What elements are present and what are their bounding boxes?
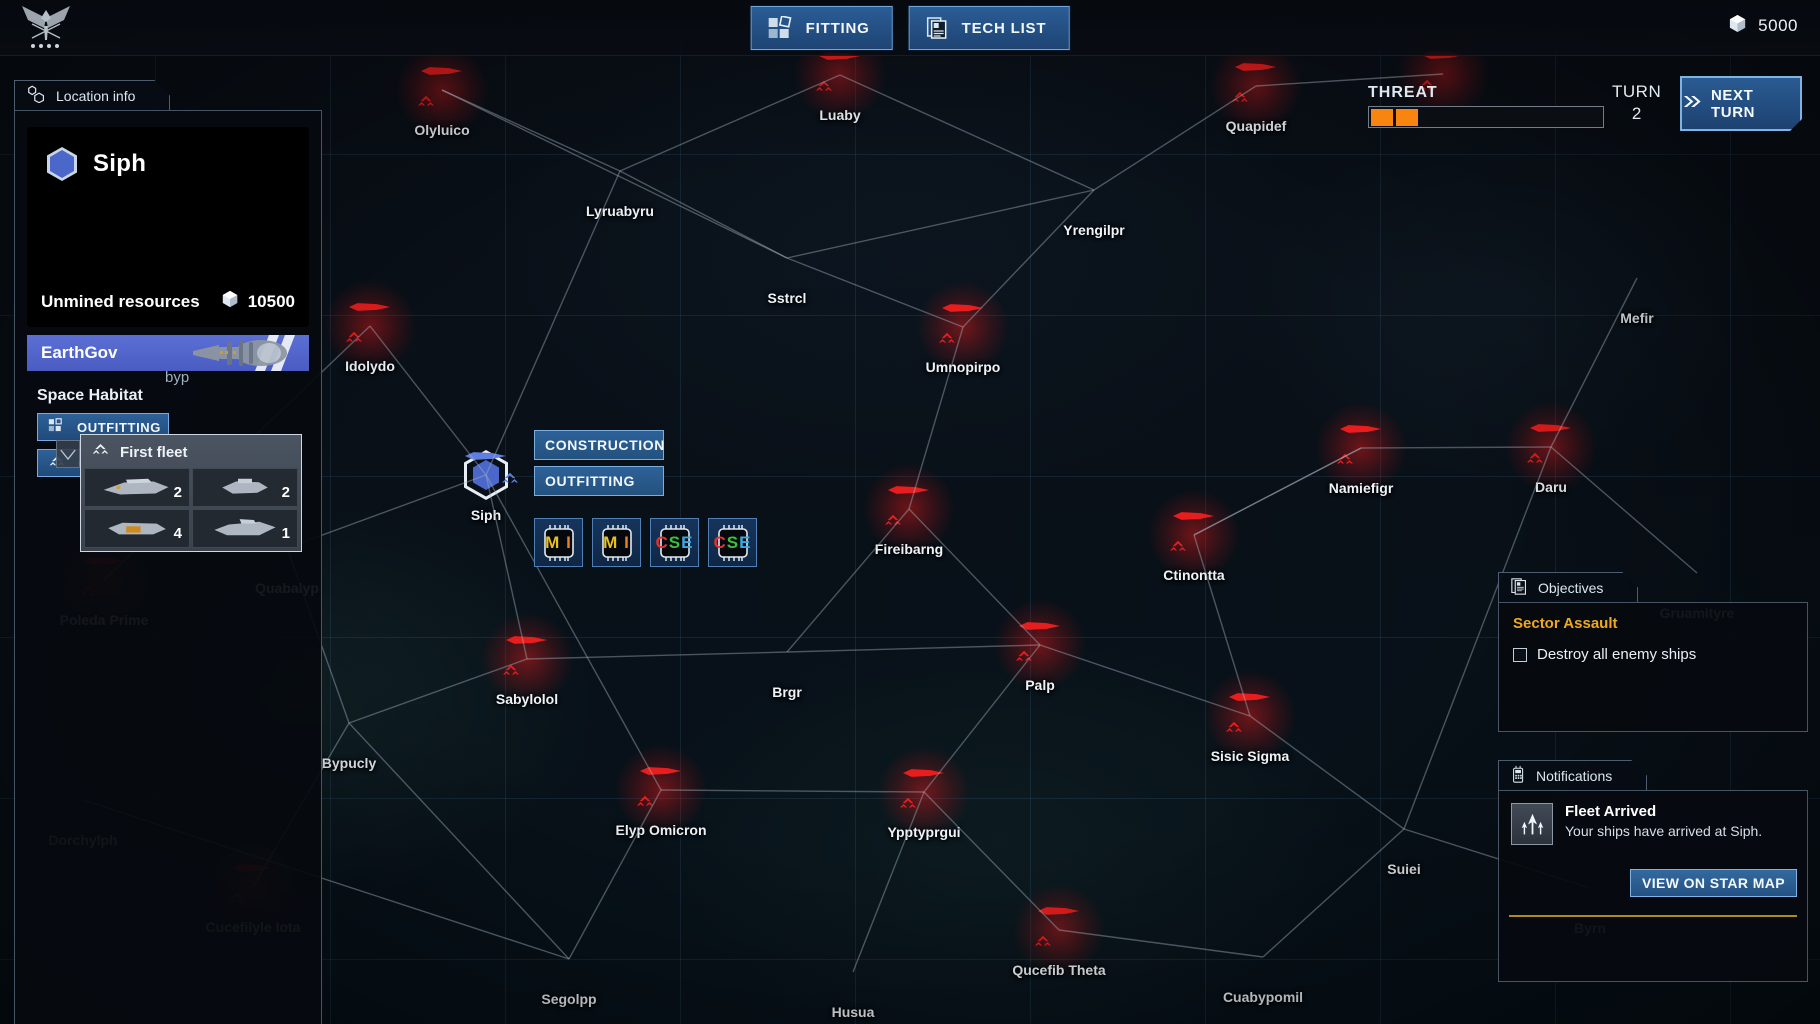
objective-title: Sector Assault [1513, 615, 1618, 632]
threat-pip [1396, 108, 1418, 126]
fleet-ship-slot[interactable]: 2 [84, 468, 190, 507]
module-chip[interactable]: CSE [650, 518, 699, 567]
fitting-icon [768, 16, 794, 40]
fleet-ship-count: 2 [281, 484, 290, 501]
system-hex-icon [47, 147, 77, 181]
location-summary-card: Siph Unmined resources 10500 [27, 127, 309, 327]
top-button-group: FITTING TECH LIST [750, 6, 1070, 50]
outfitting-label: OUTFITTING [77, 419, 161, 435]
background-node-label: byp [165, 369, 190, 386]
radio-notifications-icon [1511, 765, 1526, 786]
objectives-panel: Objectives Sector Assault Destroy all en… [1498, 572, 1808, 732]
turn-label: TURN [1612, 82, 1662, 101]
module-chip-label: M I [545, 532, 572, 552]
fleet-ship-count: 4 [173, 525, 182, 542]
fleet-ship-count: 2 [173, 484, 182, 501]
resource-cube-icon [221, 290, 239, 313]
location-info-panel: Location info Siph Unmined resources 105… [14, 80, 322, 1024]
objective-item-label: Destroy all enemy ships [1537, 646, 1697, 663]
unmined-resources-value: 10500 [247, 291, 295, 311]
habitat-section-label: Space Habitat [37, 387, 143, 404]
objective-item[interactable]: Destroy all enemy ships [1513, 646, 1793, 663]
objectives-tab[interactable]: Objectives [1498, 572, 1638, 602]
module-chip[interactable]: M I [592, 518, 641, 567]
hex-nodes-icon [27, 85, 46, 106]
notifications-panel: Notifications Fleet Arrived Your ships h… [1498, 760, 1808, 982]
fleet-ship-slot[interactable]: 2 [192, 468, 298, 507]
fleet-select-checkbox[interactable] [56, 440, 80, 468]
fitting-label: FITTING [805, 19, 870, 37]
eagle-emblem-logo [18, 4, 74, 52]
fleet-title-row: First fleet [81, 435, 301, 468]
fleet-chevrons-icon [91, 442, 110, 462]
view-on-star-map-label: VIEW ON STAR MAP [1641, 875, 1785, 891]
context-outfitting-label: OUTFITTING [545, 473, 635, 489]
context-outfitting-button[interactable]: OUTFITTING [534, 466, 664, 496]
fleet-card-body: First fleet 2 2 4 1 [80, 434, 302, 552]
unmined-resources-label: Unmined resources [41, 291, 200, 311]
objectives-document-icon [1511, 578, 1528, 598]
turn-counter: TURN 2 [1612, 82, 1661, 124]
objective-checkbox[interactable] [1513, 647, 1527, 662]
faction-name: EarthGov [41, 343, 118, 362]
threat-pip [1371, 108, 1393, 126]
location-info-body: Siph Unmined resources 10500 EarthGov Sp… [14, 110, 322, 1024]
module-chip[interactable]: M I [534, 518, 583, 567]
fleet-ship-grid: 2 2 4 1 [81, 468, 301, 551]
fleet-title-label: First fleet [120, 443, 188, 461]
top-bar: FITTING TECH LIST 5000 [0, 0, 1820, 56]
notifications-tab[interactable]: Notifications [1498, 760, 1647, 790]
tech-list-icon [926, 16, 950, 40]
double-chevron-right-icon [1682, 95, 1702, 112]
context-construction-label: CONSTRUCTION [545, 437, 665, 453]
fleet-ship-slot[interactable]: 1 [192, 509, 298, 548]
resource-counter: 5000 [1728, 14, 1798, 38]
fleet-ship-count: 1 [281, 525, 290, 542]
notifications-tab-label: Notifications [1536, 767, 1613, 784]
location-system-name: Siph [93, 150, 147, 177]
notification-item[interactable]: Fleet Arrived Your ships have arrived at… [1511, 803, 1795, 845]
next-turn-label: NEXT TURN [1711, 86, 1756, 121]
resource-value: 5000 [1758, 16, 1798, 35]
threat-label: THREAT [1368, 84, 1438, 101]
objectives-body: Sector Assault Destroy all enemy ships [1498, 602, 1808, 732]
space-habitat-render [183, 325, 293, 381]
view-on-star-map-button[interactable]: VIEW ON STAR MAP [1629, 869, 1797, 897]
notifications-body: Fleet Arrived Your ships have arrived at… [1498, 790, 1808, 982]
notification-heading: Fleet Arrived [1565, 803, 1657, 820]
fitting-button[interactable]: FITTING [750, 6, 893, 50]
unmined-resources-row: Unmined resources 10500 [41, 290, 295, 313]
context-construction-button[interactable]: CONSTRUCTION [534, 430, 664, 460]
notification-text-block: Fleet Arrived Your ships have arrived at… [1565, 803, 1762, 845]
tech-list-label: TECH LIST [961, 19, 1047, 37]
next-turn-button[interactable]: NEXT TURN [1680, 76, 1802, 131]
notification-text: Your ships have arrived at Siph. [1565, 823, 1763, 839]
module-chip[interactable]: CSE [708, 518, 757, 567]
module-chip-label: M I [603, 532, 630, 552]
threat-meter: THREAT [1368, 84, 1604, 128]
node-context-menu: CONSTRUCTION OUTFITTING M I M I CSE CSE [534, 430, 757, 567]
resource-cube-icon [1728, 14, 1747, 38]
objectives-tab-label: Objectives [1538, 579, 1604, 596]
fleet-arrow-icon [1511, 803, 1553, 845]
turn-value: 2 [1631, 104, 1642, 123]
module-chip-label: CSE [655, 532, 694, 552]
location-info-tab-label: Location info [56, 87, 136, 104]
module-chip-row: M I M I CSE CSE [534, 518, 757, 567]
location-title-row: Siph [47, 147, 297, 181]
tech-list-button[interactable]: TECH LIST [908, 6, 1070, 50]
fleet-ship-slot[interactable]: 4 [84, 509, 190, 548]
fleet-tooltip-card: First fleet 2 2 4 1 [56, 434, 302, 552]
unmined-resources-value-group: 10500 [221, 290, 295, 313]
location-info-tab[interactable]: Location info [14, 80, 170, 110]
notification-divider [1509, 915, 1797, 917]
threat-bar [1368, 106, 1604, 128]
module-chip-label: CSE [713, 532, 752, 552]
